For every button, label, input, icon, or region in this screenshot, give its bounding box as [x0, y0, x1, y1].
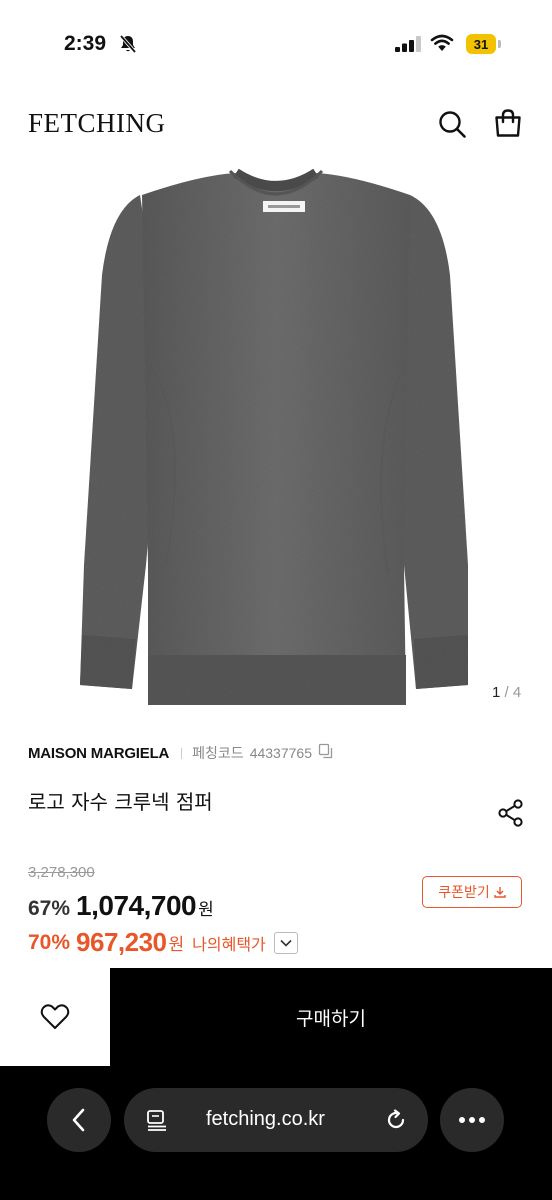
- discount-percent: 67%: [28, 897, 71, 920]
- search-icon[interactable]: [436, 108, 468, 140]
- browser-toolbar: fetching.co.kr: [0, 1066, 552, 1200]
- sale-price: 1,074,700: [76, 890, 197, 921]
- image-counter-current: 1: [492, 684, 501, 701]
- product-name: 로고 자수 크루넥 점퍼: [28, 790, 213, 814]
- image-counter: 1 / 4: [492, 684, 521, 701]
- wishlist-button[interactable]: [0, 968, 110, 1066]
- grey-sweater-image[interactable]: [70, 165, 482, 715]
- chevron-down-icon[interactable]: [273, 931, 298, 954]
- address-bar[interactable]: fetching.co.kr: [124, 1088, 428, 1152]
- my-price-row: 70% 967,230 원 나의혜택가: [28, 927, 298, 958]
- shopping-bag-icon[interactable]: [492, 107, 524, 139]
- product-code-value: 44337765: [249, 745, 312, 761]
- site-header: FETCHING: [0, 96, 552, 156]
- status-bar: 2:39 31: [0, 0, 552, 90]
- signal-icon: [395, 36, 423, 56]
- reload-icon[interactable]: [384, 1108, 408, 1136]
- price-row: 67% 1,074,700 원: [28, 890, 214, 922]
- heart-icon: [40, 1004, 70, 1029]
- site-logo[interactable]: FETCHING: [28, 108, 166, 139]
- ellipsis-icon: [459, 1117, 485, 1123]
- copy-icon[interactable]: [318, 743, 334, 764]
- reader-icon[interactable]: [146, 1109, 168, 1135]
- product-code-label: 페칭코드: [192, 745, 244, 761]
- image-counter-total: 4: [512, 684, 522, 701]
- status-time: 2:39: [64, 32, 107, 55]
- coupon-button-label: 쿠폰받기: [438, 885, 490, 901]
- my-price-label: 나의혜택가: [192, 936, 266, 954]
- brand-row: MAISON MARGIELA 페칭코드 44337765: [28, 743, 334, 763]
- url-text: fetching.co.kr: [206, 1108, 325, 1130]
- coupon-download-button[interactable]: 쿠폰받기: [422, 876, 522, 908]
- bell-slash-icon: [118, 34, 138, 58]
- battery-level: 31: [466, 34, 496, 54]
- share-icon[interactable]: [496, 798, 526, 828]
- chevron-left-icon: [72, 1108, 85, 1132]
- back-button[interactable]: [47, 1088, 111, 1152]
- more-options-button[interactable]: [440, 1088, 504, 1152]
- my-discount-percent: 70%: [28, 930, 71, 954]
- brand-name[interactable]: MAISON MARGIELA: [28, 745, 169, 762]
- battery-icon: 31: [466, 34, 502, 54]
- original-price: 3,278,300: [28, 864, 95, 881]
- download-icon: [494, 887, 506, 898]
- currency-label: 원: [198, 900, 214, 919]
- image-counter-separator: /: [504, 684, 509, 701]
- purchase-bar: 구매하기: [0, 968, 552, 1066]
- my-currency-label: 원: [168, 935, 185, 954]
- divider: [181, 747, 183, 759]
- wifi-icon: [430, 34, 454, 56]
- my-benefit-price: 967,230: [76, 927, 167, 957]
- buy-button[interactable]: 구매하기: [110, 968, 552, 1066]
